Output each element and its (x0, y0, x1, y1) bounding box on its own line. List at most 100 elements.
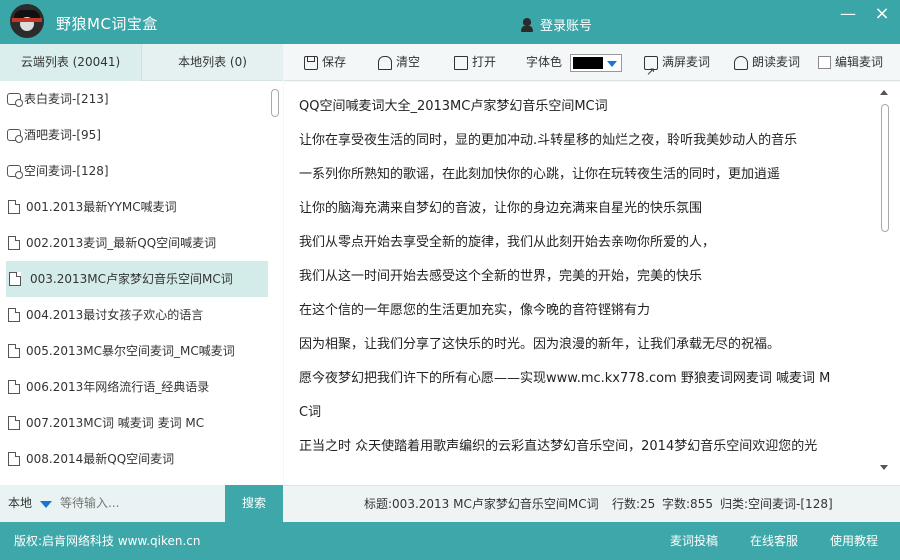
status-chars: 字数:855 (662, 497, 713, 511)
category-folder[interactable]: 酒吧麦词-[95] (0, 117, 268, 153)
font-color-swatch (573, 56, 604, 69)
font-color-label: 字体色 (526, 55, 563, 69)
category-folder[interactable]: 表白麦词-[213] (0, 81, 268, 117)
list-tabs: 云端列表 (20041) 本地列表 (0) (0, 44, 283, 81)
list-item-label: 006.2013年网络流行语_经典语录 (26, 380, 210, 394)
editor-line: 正当之时 众天使踏着用歌声编织的云彩直达梦幻音乐空间，2014梦幻音乐空间欢迎您… (299, 439, 818, 454)
submit-lyrics-link[interactable]: 麦词投稿 (670, 522, 718, 560)
editor-line: 因为相聚，让我们分享了这快乐的时光。因为浪漫的新年，让我们承载无尽的祝福。 (299, 337, 781, 352)
editor-line: 愿今夜梦幻把我们许下的所有心愿——实现www.mc.kx778.com 野狼麦词… (299, 371, 831, 386)
chevron-down-icon[interactable] (40, 501, 52, 508)
list-item[interactable]: 007.2013MC词 喊麦词 麦词 MC (0, 405, 268, 441)
search-button[interactable]: 搜索 (225, 485, 283, 522)
editor-line: 一系列你所熟知的歌谣，在此刻加快你的心跳，让你在玩转夜生活的同时，更加逍遥 (299, 167, 781, 182)
close-button[interactable]: × (872, 5, 892, 23)
app-title: 野狼MC词宝盒 (56, 15, 158, 33)
title-bar: 野狼MC词宝盒 登录账号 — × (0, 0, 900, 44)
tab-local-list[interactable]: 本地列表 (0) (142, 44, 283, 81)
open-label: 打开 (472, 55, 497, 69)
login-label: 登录账号 (540, 19, 593, 34)
minimize-button[interactable]: — (838, 6, 858, 22)
chevron-down-icon (607, 60, 618, 67)
list-item[interactable]: 002.2013麦词_最新QQ空间喊麦词 (0, 225, 268, 261)
edit-label: 编辑麦词 (835, 55, 884, 69)
document-icon (8, 344, 20, 358)
document-icon (9, 272, 21, 286)
copyright-text: 版权:启肯网络科技 www.qiken.cn (14, 534, 201, 548)
list-item[interactable]: 001.2013最新YYMC喊麦词 (0, 189, 268, 225)
lyrics-editor[interactable]: QQ空间喊麦词大全_2013MC卢家梦幻音乐空间MC词让你在享受夜生活的同时，显… (284, 82, 900, 485)
list-item-label: 酒吧麦词-[95] (24, 128, 101, 142)
font-color-control: 字体色 (526, 44, 623, 81)
online-support-link[interactable]: 在线客服 (750, 522, 798, 560)
user-icon (520, 17, 534, 32)
clear-label: 清空 (396, 55, 421, 69)
status-bar: 标题:003.2013 MC卢家梦幻音乐空间MC词 行数:25 字数:855 归… (284, 485, 900, 522)
editor-scrollbar-thumb[interactable] (881, 104, 889, 232)
login-button[interactable]: 登录账号 (520, 15, 592, 34)
editor-line: QQ空间喊麦词大全_2013MC卢家梦幻音乐空间MC词 (299, 99, 608, 114)
editor-line: 让你的脑海充满来自梦幻的音波，让你的身边充满来自星光的快乐氛围 (299, 201, 703, 216)
editor-line: 我们从这一时间开始去感受这个全新的世界，完美的开始，完美的快乐 (299, 269, 703, 284)
search-scope-select[interactable]: 本地 (8, 485, 32, 522)
fullscreen-button[interactable]: 满屏麦词 (644, 44, 711, 90)
lyrics-list: 表白麦词-[213] 酒吧麦词-[95] 空间麦词-[128] 001.2013最新Y… (0, 81, 268, 485)
save-icon (304, 55, 318, 70)
list-item-label: 002.2013麦词_最新QQ空间喊麦词 (26, 236, 217, 250)
editor-content[interactable]: QQ空间喊麦词大全_2013MC卢家梦幻音乐空间MC词让你在享受夜生活的同时，显… (299, 90, 861, 464)
editor-line: 我们从零点开始去享受全新的旋律，我们从此刻开始去亲吻你所爱的人， (299, 235, 716, 250)
save-button[interactable]: 保存 (304, 44, 346, 81)
editor-line: 在这个信的一年愿您的生活更加充实，像今晚的音符铿锵有力 (299, 303, 651, 318)
list-item[interactable]: 005.2013MC暴尔空间麦词_MC喊麦词 (0, 333, 268, 369)
list-item-label: 004.2013最讨女孩子欢心的语言 (26, 308, 204, 322)
tab-cloud-list[interactable]: 云端列表 (20041) (0, 44, 142, 81)
scroll-down-icon[interactable] (880, 465, 888, 470)
read-aloud-label: 朗读麦词 (752, 55, 801, 69)
speaker-icon (734, 55, 748, 70)
app-logo (10, 4, 44, 38)
fullscreen-label: 满屏麦词 (662, 55, 711, 69)
category-folder[interactable]: 空间麦词-[128] (0, 153, 268, 189)
left-pane: 云端列表 (20041) 本地列表 (0) 表白麦词-[213] 酒吧麦词-[95… (0, 44, 283, 485)
list-item[interactable]: 006.2013年网络流行语_经典语录 (0, 369, 268, 405)
document-icon (8, 380, 20, 394)
folder-icon (7, 93, 23, 107)
list-item-label: 003.2013MC卢家梦幻音乐空间MC词 (30, 272, 233, 286)
tutorial-link[interactable]: 使用教程 (830, 522, 878, 560)
font-color-picker[interactable] (570, 53, 623, 72)
fullscreen-icon (644, 53, 658, 90)
footer-bar: 版权:启肯网络科技 www.qiken.cn 麦词投稿 在线客服 使用教程 (0, 522, 900, 560)
list-item[interactable]: 004.2013最讨女孩子欢心的语言 (0, 297, 268, 333)
document-icon (8, 200, 20, 214)
list-item-label: 008.2014最新QQ空间麦词 (26, 452, 175, 466)
document-icon (8, 416, 20, 430)
open-button[interactable]: 打开 (454, 44, 496, 81)
list-item-label: 表白麦词-[213] (24, 92, 109, 106)
status-lines: 行数:25 (612, 497, 656, 511)
open-book-icon (454, 55, 468, 70)
list-item-label: 001.2013最新YYMC喊麦词 (26, 200, 177, 214)
clear-button[interactable]: 清空 (378, 44, 420, 81)
list-item[interactable]: 003.2013MC卢家梦幻音乐空间MC词 (6, 261, 268, 297)
folder-icon (7, 165, 23, 179)
editor-line: C词 (299, 405, 322, 420)
list-item-label: 空间麦词-[128] (24, 164, 109, 178)
list-scrollbar-thumb[interactable] (271, 89, 279, 117)
document-icon (8, 236, 20, 250)
folder-icon (7, 129, 23, 143)
clear-icon (378, 55, 392, 70)
edit-checkbox[interactable] (818, 56, 831, 69)
edit-toggle[interactable]: 编辑麦词 (818, 44, 883, 81)
scroll-up-icon[interactable] (880, 90, 888, 95)
status-category: 归类:空间麦词-[128] (720, 497, 833, 511)
search-input[interactable] (60, 489, 224, 517)
read-aloud-button[interactable]: 朗读麦词 (734, 44, 800, 81)
document-icon (8, 452, 20, 466)
editor-toolbar: 保存 清空 打开 字体色 满屏麦词 朗读麦词 编辑麦词 (284, 44, 900, 90)
document-icon (8, 308, 20, 322)
list-item[interactable]: 008.2014最新QQ空间麦词 (0, 441, 268, 477)
list-item-label: 005.2013MC暴尔空间麦词_MC喊麦词 (26, 344, 235, 358)
list-scrollbar[interactable] (268, 81, 283, 485)
status-title: 标题:003.2013 MC卢家梦幻音乐空间MC词 (364, 497, 599, 511)
editor-line: 让你在享受夜生活的同时，显的更加冲动.斗转星移的灿烂之夜，聆听我美妙动人的音乐 (299, 133, 798, 148)
